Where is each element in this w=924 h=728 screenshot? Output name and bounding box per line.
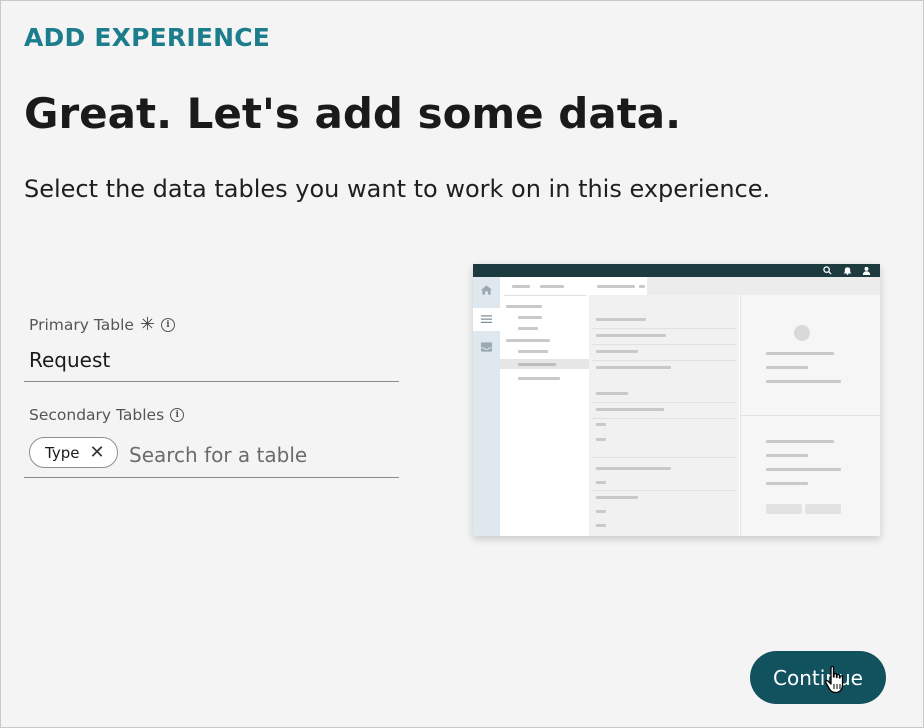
placeholder-bar: [596, 334, 666, 337]
placeholder-bar: [766, 454, 808, 457]
avatar: [794, 325, 810, 341]
placeholder-divider: [592, 457, 736, 458]
info-circle-icon[interactable]: i: [170, 408, 185, 422]
preview-tab-strip: [589, 277, 880, 295]
continue-button[interactable]: Continue: [750, 651, 886, 704]
placeholder-button: [766, 504, 802, 514]
placeholder-bar: [518, 377, 560, 380]
placeholder-divider: [504, 295, 586, 296]
placeholder-bar: [506, 305, 542, 308]
placeholder-bar: [766, 366, 808, 369]
search-icon: [823, 266, 832, 275]
placeholder-divider: [592, 490, 736, 491]
placeholder-bar: [597, 285, 635, 288]
inbox-icon: [480, 342, 493, 352]
placeholder-bar: [596, 467, 671, 470]
placeholder-divider: [592, 328, 736, 329]
placeholder-divider: [592, 418, 736, 419]
preview-detail-panel: [740, 295, 880, 536]
dialog-frame: ADD EXPERIENCE Great. Let's add some dat…: [0, 0, 924, 728]
page-subtitle: Select the data tables you want to work …: [24, 175, 771, 203]
primary-table-label: Primary Table: [29, 316, 134, 334]
primary-table-underline: [24, 381, 399, 382]
placeholder-bar: [766, 482, 808, 485]
placeholder-divider: [592, 344, 736, 345]
preview-header-bar: [473, 264, 880, 277]
placeholder-bar: [596, 481, 606, 484]
placeholder-bar: [518, 363, 556, 366]
close-icon[interactable]: ✕: [89, 443, 104, 462]
placeholder-bar: [518, 350, 548, 353]
placeholder-divider: [592, 402, 736, 403]
list-icon: [480, 315, 493, 323]
eyebrow-title: ADD EXPERIENCE: [24, 23, 271, 52]
placeholder-bar: [540, 285, 564, 288]
placeholder-bar: [596, 392, 628, 395]
placeholder-bar: [596, 524, 606, 527]
bell-icon: [843, 267, 852, 275]
placeholder-bar: [766, 380, 841, 383]
secondary-tables-label-row: Secondary Tables i: [29, 406, 185, 424]
table-chip-type: Type ✕: [29, 437, 118, 468]
placeholder-button: [805, 504, 841, 514]
placeholder-bar: [596, 366, 671, 369]
placeholder-bar: [766, 352, 834, 355]
placeholder-divider: [592, 360, 736, 361]
preview-left-rail: [473, 277, 500, 536]
user-icon: [862, 266, 871, 275]
placeholder-bar: [596, 350, 638, 353]
table-search-input[interactable]: [129, 441, 391, 469]
home-icon: [480, 285, 493, 295]
placeholder-bar: [596, 423, 606, 426]
placeholder-bar: [596, 408, 664, 411]
asterisk-icon: ✳: [139, 314, 155, 335]
placeholder-bar: [596, 510, 606, 513]
placeholder-bar: [766, 468, 841, 471]
page-title: Great. Let's add some data.: [24, 89, 682, 138]
primary-table-label-row: Primary Table ✳ i: [29, 316, 175, 334]
placeholder-bar: [518, 316, 542, 319]
workspace-preview-illustration: [473, 264, 880, 536]
preview-nav-panel: [500, 277, 590, 536]
placeholder-bar: [596, 438, 606, 441]
secondary-tables-underline: [24, 477, 399, 478]
secondary-tables-label: Secondary Tables: [29, 406, 165, 424]
placeholder-bar: [639, 285, 645, 288]
placeholder-bar: [596, 318, 646, 321]
placeholder-bar: [512, 285, 530, 288]
hand-pointer-icon: [824, 665, 844, 694]
placeholder-bar: [518, 327, 538, 330]
info-circle-icon[interactable]: i: [161, 318, 175, 332]
placeholder-bar: [596, 496, 638, 499]
preview-record-list: [589, 295, 739, 536]
placeholder-divider: [741, 415, 880, 416]
placeholder-bar: [766, 440, 834, 443]
placeholder-bar: [506, 339, 550, 342]
chip-label: Type: [45, 443, 80, 462]
primary-table-value[interactable]: Request: [29, 348, 110, 372]
